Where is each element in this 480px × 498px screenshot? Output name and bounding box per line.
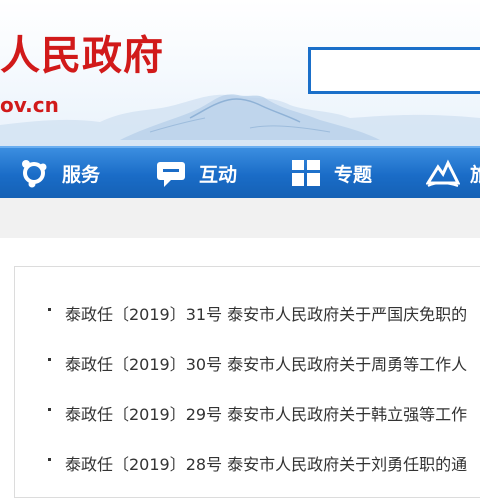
bullet-icon	[48, 408, 51, 411]
bullet-icon	[48, 458, 51, 461]
main-nav: 服务 互动 专题 旅	[0, 146, 480, 198]
nav-item-label: 服务	[62, 163, 101, 186]
search-input[interactable]	[308, 47, 480, 94]
nav-item-interaction[interactable]: 互动	[155, 148, 237, 198]
bullet-icon	[48, 308, 51, 311]
nav-item-label: 旅	[470, 163, 480, 186]
nav-item-topics[interactable]: 专题	[290, 148, 372, 198]
document-link[interactable]: 泰政任〔2019〕29号 泰安市人民政府关于韩立强等工作	[65, 401, 467, 425]
chat-icon	[155, 157, 187, 189]
document-link[interactable]: 泰政任〔2019〕31号 泰安市人民政府关于严国庆免职的	[65, 301, 467, 325]
travel-icon	[425, 157, 461, 189]
document-link[interactable]: 泰政任〔2019〕28号 泰安市人民政府关于刘勇任职的通	[65, 451, 467, 475]
site-domain: ov.cn	[0, 93, 59, 117]
bullet-icon	[48, 358, 51, 361]
list-item[interactable]: 泰政任〔2019〕29号 泰安市人民政府关于韩立强等工作	[15, 396, 480, 426]
grid-icon	[290, 157, 322, 189]
document-link[interactable]: 泰政任〔2019〕30号 泰安市人民政府关于周勇等工作人	[65, 351, 467, 375]
sub-band	[0, 198, 480, 238]
nav-item-service[interactable]: 服务	[18, 148, 100, 198]
document-list-panel: 泰政任〔2019〕31号 泰安市人民政府关于严国庆免职的 泰政任〔2019〕30…	[14, 266, 480, 498]
nav-item-travel[interactable]: 旅	[425, 148, 480, 198]
list-item[interactable]: 泰政任〔2019〕31号 泰安市人民政府关于严国庆免职的	[15, 296, 480, 326]
nav-item-label: 互动	[199, 163, 238, 186]
site-header: 人民政府 ov.cn	[0, 0, 480, 146]
service-icon	[18, 157, 50, 189]
nav-item-label: 专题	[334, 163, 373, 186]
site-title: 人民政府	[0, 32, 164, 79]
list-item[interactable]: 泰政任〔2019〕28号 泰安市人民政府关于刘勇任职的通	[15, 446, 480, 476]
list-item[interactable]: 泰政任〔2019〕30号 泰安市人民政府关于周勇等工作人	[15, 346, 480, 376]
